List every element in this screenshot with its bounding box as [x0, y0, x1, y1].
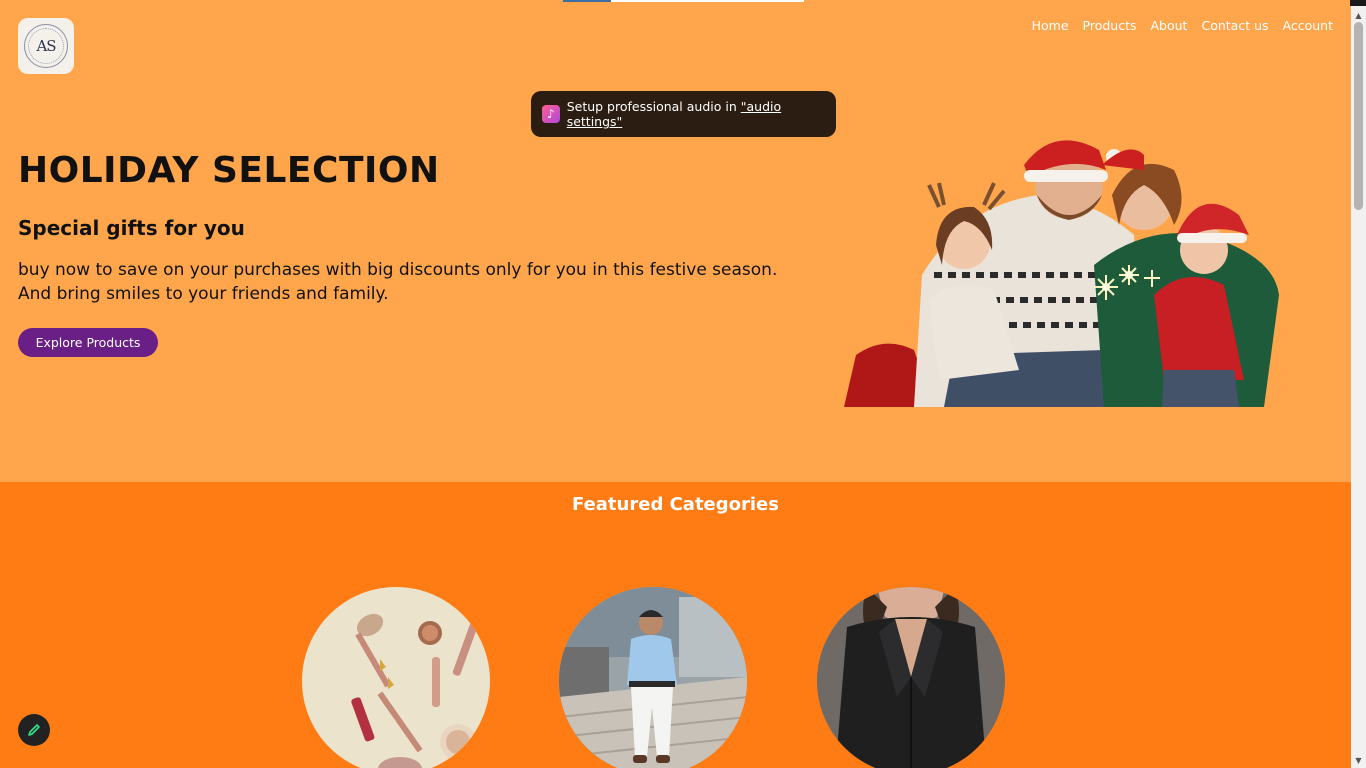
nav-account[interactable]: Account: [1283, 18, 1333, 33]
hero-subtitle: Special gifts for you: [18, 216, 245, 240]
holiday-family-image: [844, 140, 1279, 407]
nav-products[interactable]: Products: [1083, 18, 1137, 33]
men-fashion-image: [559, 587, 747, 768]
category-men-fashion[interactable]: [559, 587, 747, 768]
scroll-up-icon[interactable]: ▲: [1351, 8, 1366, 23]
edit-button[interactable]: [18, 714, 50, 746]
explore-products-button[interactable]: Explore Products: [18, 328, 158, 357]
cosmetics-image: [302, 587, 490, 768]
category-cosmetics[interactable]: [302, 587, 490, 768]
hero-description: buy now to save on your purchases with b…: [18, 258, 798, 306]
featured-categories-section: Featured Categories: [0, 482, 1351, 768]
page: AS Home Products About Contact us Accoun…: [0, 0, 1366, 768]
nav-contact-us[interactable]: Contact us: [1201, 18, 1268, 33]
music-note-icon: ♪: [542, 105, 560, 123]
scrollbar-thumb[interactable]: [1354, 22, 1363, 210]
hero-section: AS Home Products About Contact us Accoun…: [0, 0, 1351, 482]
category-women-fashion[interactable]: [817, 587, 1005, 768]
hero-description-line1: buy now to save on your purchases with b…: [18, 260, 778, 280]
hero-title: HOLIDAY SELECTION: [18, 150, 440, 191]
logo-text: AS: [36, 37, 56, 55]
women-fashion-image: [817, 587, 1005, 768]
top-progress-strip: [563, 0, 804, 2]
site-logo[interactable]: AS: [18, 18, 74, 74]
featured-categories-title: Featured Categories: [572, 494, 779, 515]
pencil-icon: [28, 724, 40, 736]
vertical-scrollbar[interactable]: ▲ ▼: [1351, 0, 1366, 768]
nav-home[interactable]: Home: [1032, 18, 1069, 33]
nav-about[interactable]: About: [1151, 18, 1188, 33]
hero-description-line2: And bring smiles to your friends and fam…: [18, 284, 389, 304]
window-corner: [1350, 0, 1366, 6]
logo-emblem: AS: [24, 24, 68, 68]
audio-settings-toast: ♪ Setup professional audio in "audio set…: [531, 91, 836, 137]
toast-text: Setup professional audio in "audio setti…: [566, 99, 782, 129]
scroll-down-icon[interactable]: ▼: [1351, 753, 1366, 768]
main-nav: Home Products About Contact us Account: [1032, 18, 1333, 33]
